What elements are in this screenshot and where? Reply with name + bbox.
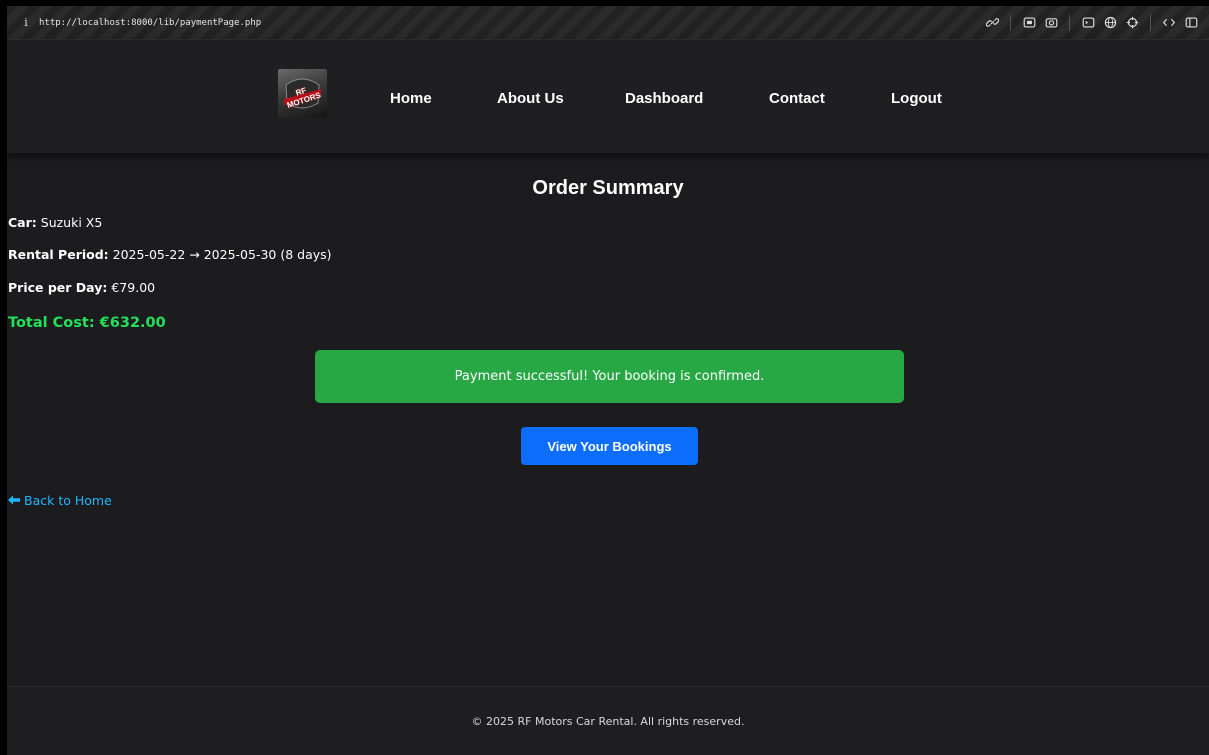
sidebar-icon[interactable] [1183,15,1199,31]
back-to-home-label: Back to Home [24,493,112,508]
code-icon[interactable] [1161,15,1177,31]
camera-icon[interactable] [1043,15,1059,31]
nav-dashboard[interactable]: Dashboard [625,90,703,107]
crosshair-icon[interactable] [1124,15,1140,31]
view-bookings-button[interactable]: View Your Bookings [521,427,698,465]
total-cost: Total Cost: €632.00 [8,315,166,331]
car-label: Car: [8,215,37,230]
payment-success-banner: Payment successful! Your booking is conf… [315,350,904,403]
price-per-day-label: Price per Day: [8,280,108,295]
price-per-day-value: €79.00 [111,280,156,295]
price-per-day-detail: Price per Day: €79.00 [8,280,155,295]
copyright-text: © 2025 RF Motors Car Rental. All rights … [471,715,745,728]
car-detail: Car: Suzuki X5 [8,215,102,230]
terminal-icon[interactable] [1080,15,1096,31]
globe-icon[interactable] [1102,15,1118,31]
success-message: Payment successful! Your booking is conf… [454,369,765,384]
browser-url-bar[interactable]: i http://localhost:8000/lib/paymentPage.… [7,6,1209,40]
screenshot-icon[interactable] [1021,15,1037,31]
rf-motors-logo[interactable]: RF MOTORS [278,69,327,118]
toolbar-separator [1150,14,1151,31]
info-icon[interactable]: i [19,16,33,29]
nav-home[interactable]: Home [390,90,432,107]
nav-logout[interactable]: Logout [891,90,942,107]
arrow-left-icon [8,493,20,508]
link-icon[interactable] [984,15,1000,31]
rental-period-value: 2025-05-22 → 2025-05-30 (8 days) [112,247,332,262]
toolbar-separator [1069,14,1070,31]
rental-period-detail: Rental Period: 2025-05-22 → 2025-05-30 (… [8,247,332,262]
browser-window: i http://localhost:8000/lib/paymentPage.… [7,6,1209,755]
back-to-home-link[interactable]: Back to Home [8,493,112,508]
browser-toolbar [984,6,1199,39]
url-text[interactable]: http://localhost:8000/lib/paymentPage.ph… [39,18,261,28]
nav-contact[interactable]: Contact [769,90,825,107]
car-value: Suzuki X5 [40,215,103,230]
page-title: Order Summary [532,177,684,199]
site-header: RF MOTORS Home About Us Dashboard Contac… [7,40,1209,153]
site-footer: © 2025 RF Motors Car Rental. All rights … [7,686,1209,755]
toolbar-separator [1010,14,1011,31]
rental-period-label: Rental Period: [8,247,109,262]
nav-about-us[interactable]: About Us [497,90,564,107]
